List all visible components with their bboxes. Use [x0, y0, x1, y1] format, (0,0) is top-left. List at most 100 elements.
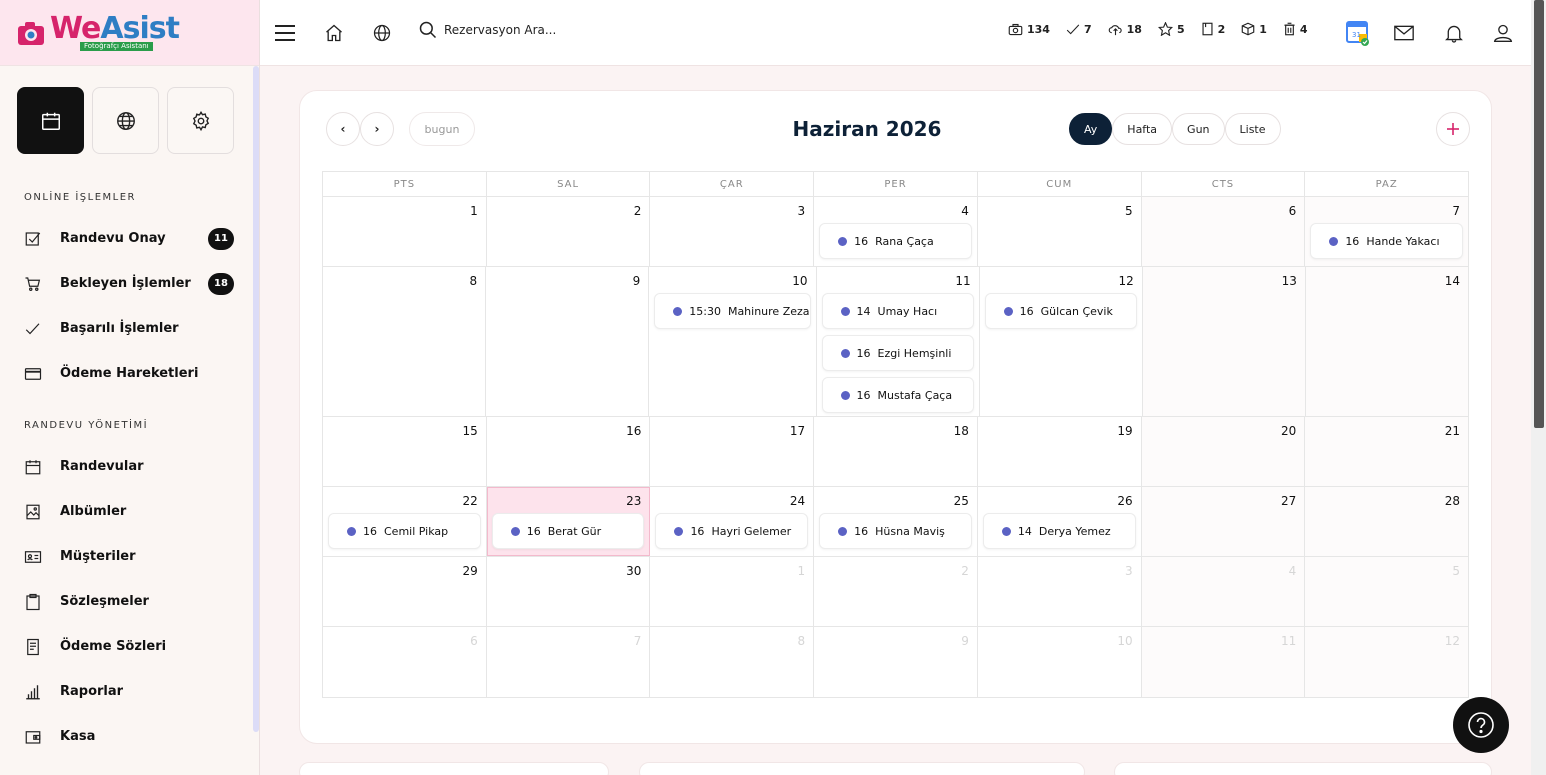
day-number[interactable]: 1	[328, 202, 481, 220]
stat-uploads[interactable]: 18	[1108, 23, 1142, 36]
day-number[interactable]: 22	[328, 492, 481, 510]
calendar-day[interactable]: 25 16 Hüsna Maviş	[814, 487, 978, 556]
day-number[interactable]: 7	[492, 632, 645, 650]
calendar-day[interactable]: 12	[1305, 627, 1469, 697]
day-number[interactable]: 24	[655, 492, 808, 510]
day-number[interactable]: 21	[1310, 422, 1463, 440]
add-event-button[interactable]	[1436, 112, 1470, 146]
day-number[interactable]: 8	[655, 632, 808, 650]
calendar-day[interactable]: 10 15:30 Mahinure Zeza	[649, 267, 817, 416]
day-number[interactable]: 26	[983, 492, 1136, 510]
settings-quick-button[interactable]	[167, 87, 234, 154]
menu-item-raporlar[interactable]: Raporlar	[24, 669, 234, 714]
calendar-day-today[interactable]: 23 16 Berat Gür	[486, 487, 651, 556]
calendar-day[interactable]: 17	[650, 417, 815, 486]
day-number[interactable]: 25	[819, 492, 972, 510]
calendar-event[interactable]: 16 Hüsna Maviş	[819, 513, 972, 549]
day-number[interactable]: 6	[328, 632, 481, 650]
menu-item-musteriler[interactable]: Müşteriler	[24, 534, 234, 579]
calendar-day[interactable]: 11	[1141, 627, 1306, 697]
search-input[interactable]	[444, 23, 604, 37]
menu-item-randevular[interactable]: Randevular	[24, 444, 234, 489]
calendar-day[interactable]: 16	[487, 417, 651, 486]
notifications-button[interactable]	[1442, 21, 1466, 45]
logo[interactable]: WeAsist Fotoğrafçı Asistanı	[16, 14, 180, 51]
view-day-button[interactable]: Gun	[1172, 113, 1225, 145]
day-number[interactable]: 14	[1311, 272, 1463, 290]
calendar-event[interactable]: 16 Hande Yakacı	[1310, 223, 1464, 259]
calendar-day[interactable]: 3	[650, 197, 815, 266]
calendar-day[interactable]: 24 16 Hayri Gelemer	[650, 487, 815, 556]
calendar-day[interactable]: 5	[978, 197, 1142, 266]
day-number[interactable]: 6	[1147, 202, 1300, 220]
day-number[interactable]: 30	[492, 562, 645, 580]
day-number[interactable]: 1	[655, 562, 808, 580]
stat-photos[interactable]: 134	[1008, 23, 1050, 36]
stat-favorites[interactable]: 5	[1157, 22, 1185, 36]
calendar-event[interactable]: 16 Cemil Pikap	[328, 513, 481, 549]
day-number[interactable]: 11	[1147, 632, 1300, 650]
day-number[interactable]: 12	[1310, 632, 1463, 650]
view-month-button[interactable]: Ay	[1069, 113, 1113, 145]
menu-item-basarili-islemler[interactable]: Başarılı İşlemler	[24, 306, 234, 351]
menu-toggle-button[interactable]	[273, 21, 297, 45]
view-list-button[interactable]: Liste	[1224, 113, 1281, 145]
day-number[interactable]: 4	[819, 202, 972, 220]
calendar-day[interactable]: 22 16 Cemil Pikap	[323, 487, 487, 556]
calendar-event[interactable]: 16 Rana Çaça	[819, 223, 972, 259]
menu-item-odeme-hareketleri[interactable]: Ödeme Hareketleri	[24, 351, 234, 396]
calendar-event[interactable]: 14 Derya Yemez	[982, 513, 1136, 549]
calendar-day[interactable]: 3	[978, 557, 1142, 626]
day-number[interactable]: 18	[819, 422, 972, 440]
calendar-day[interactable]: 9	[814, 627, 978, 697]
calendar-day[interactable]: 18	[814, 417, 978, 486]
day-number[interactable]: 8	[328, 272, 480, 290]
day-number[interactable]: 16	[492, 422, 645, 440]
google-calendar-button[interactable]: 31	[1345, 21, 1369, 46]
calendar-day[interactable]: 6	[1141, 197, 1306, 266]
day-number[interactable]: 2	[819, 562, 972, 580]
calendar-quick-button[interactable]	[17, 87, 84, 154]
stat-approved[interactable]: 7	[1066, 23, 1092, 36]
calendar-day[interactable]: 6	[323, 627, 487, 697]
calendar-day[interactable]: 12 16 Gülcan Çevik	[980, 267, 1143, 416]
day-number[interactable]: 10	[654, 272, 810, 290]
view-week-button[interactable]: Hafta	[1112, 113, 1173, 145]
stat-bookmarks[interactable]: 2	[1201, 22, 1225, 36]
menu-item-albumler[interactable]: Albümler	[24, 489, 234, 534]
globe-button[interactable]	[370, 21, 394, 45]
calendar-event[interactable]: 14 Umay Hacı	[821, 293, 974, 329]
calendar-event[interactable]: 16 Ezgi Hemşinli	[821, 335, 974, 371]
calendar-day[interactable]: 2	[814, 557, 978, 626]
day-number[interactable]: 28	[1310, 492, 1463, 510]
day-number[interactable]: 5	[983, 202, 1136, 220]
day-number[interactable]: 9	[491, 272, 643, 290]
day-number[interactable]: 10	[983, 632, 1136, 650]
messages-button[interactable]	[1392, 21, 1416, 45]
day-number[interactable]: 19	[983, 422, 1136, 440]
day-number[interactable]: 27	[1147, 492, 1300, 510]
calendar-day[interactable]: 7 16 Hande Yakacı	[1305, 197, 1469, 266]
calendar-day[interactable]: 1	[650, 557, 815, 626]
day-number[interactable]: 2	[492, 202, 645, 220]
calendar-day[interactable]: 4	[1141, 557, 1306, 626]
calendar-event[interactable]: 15:30 Mahinure Zeza	[654, 293, 811, 329]
calendar-day[interactable]: 27	[1141, 487, 1306, 556]
calendar-day[interactable]: 15	[323, 417, 487, 486]
calendar-day[interactable]: 19	[978, 417, 1142, 486]
calendar-day[interactable]: 2	[487, 197, 651, 266]
day-number[interactable]: 4	[1147, 562, 1300, 580]
globe-quick-button[interactable]	[92, 87, 159, 154]
calendar-day[interactable]: 20	[1141, 417, 1306, 486]
page-scrollbar[interactable]	[1531, 0, 1546, 775]
day-number[interactable]: 15	[328, 422, 481, 440]
calendar-day[interactable]: 5	[1305, 557, 1469, 626]
day-number[interactable]: 5	[1310, 562, 1463, 580]
menu-item-sozlesmeler[interactable]: Sözleşmeler	[24, 579, 234, 624]
calendar-day[interactable]: 28	[1305, 487, 1469, 556]
calendar-day[interactable]: 14	[1305, 267, 1469, 416]
day-number[interactable]: 13	[1148, 272, 1300, 290]
calendar-day[interactable]: 11 14 Umay Hacı 16 Ezgi Hemşinli 16 Mustafa Ça…	[817, 267, 980, 416]
help-button[interactable]	[1453, 697, 1509, 753]
menu-item-randevu-onay[interactable]: Randevu Onay 11	[24, 216, 234, 261]
